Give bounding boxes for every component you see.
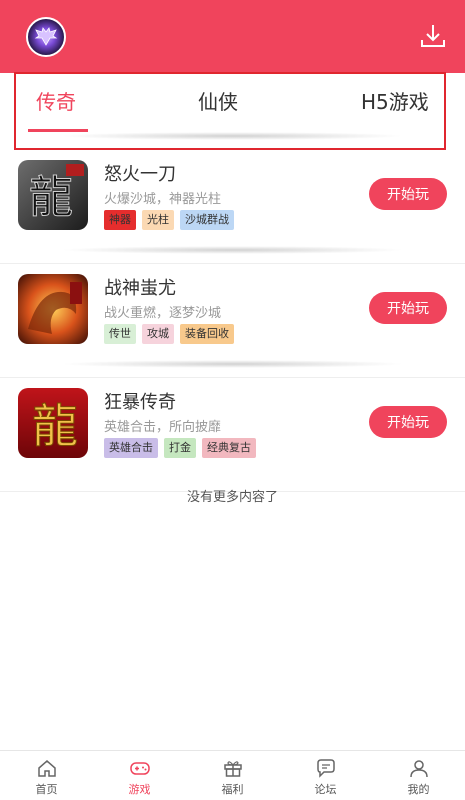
home-icon [37, 759, 56, 777]
game-icon-kuangbao: 龍 [18, 388, 88, 458]
divider [60, 360, 405, 368]
tag: 英雄合击 [104, 438, 158, 458]
start-play-button[interactable]: 开始玩 [369, 292, 447, 324]
tag: 传世 [104, 324, 136, 344]
avatar[interactable] [26, 17, 66, 57]
game-title: 狂暴传奇 [104, 392, 176, 413]
game-description: 火爆沙城，神器光柱 [104, 192, 222, 207]
tab-chuanqi[interactable]: 传奇 [36, 86, 76, 115]
tab-xianxia[interactable]: 仙侠 [198, 86, 238, 115]
start-play-button[interactable]: 开始玩 [369, 178, 447, 210]
tag-row: 英雄合击 打金 经典复古 [104, 438, 256, 458]
tag-row: 神器 光柱 沙城群战 [104, 210, 234, 230]
nav-home[interactable]: 首页 [0, 751, 93, 800]
game-icon-nuhuo: 龍 [18, 160, 88, 230]
app-header [0, 0, 465, 73]
list-item[interactable]: 龍 狂暴传奇 英雄合击，所向披靡 英雄合击 打金 经典复古 开始玩 [0, 380, 465, 492]
svg-text:龍: 龍 [29, 172, 73, 223]
tag: 神器 [104, 210, 136, 230]
svg-text:龍: 龍 [32, 399, 78, 453]
tag: 沙城群战 [180, 210, 234, 230]
start-play-button[interactable]: 开始玩 [369, 406, 447, 438]
gamepad-icon [129, 761, 150, 775]
tag: 经典复古 [202, 438, 256, 458]
tag-row: 传世 攻城 装备回收 [104, 324, 234, 344]
game-description: 英雄合击，所向披靡 [104, 420, 222, 435]
game-title: 战神蚩尤 [104, 278, 176, 299]
game-description: 战火重燃，逐梦沙城 [104, 306, 222, 321]
nav-label: 游戏 [128, 782, 151, 796]
divider [60, 246, 405, 254]
nav-games[interactable]: 游戏 [93, 751, 186, 800]
nav-label: 我的 [407, 782, 430, 796]
tag: 攻城 [142, 324, 174, 344]
no-more-content: 没有更多内容了 [186, 490, 278, 505]
bat-logo-icon [34, 27, 58, 46]
tab-h5[interactable]: H5游戏 [361, 86, 429, 115]
nav-profile[interactable]: 我的 [372, 751, 465, 800]
game-icon-zhanshen [18, 274, 88, 344]
download-icon [421, 25, 445, 47]
bottom-nav: 首页 游戏 福利 论坛 我的 [0, 750, 465, 800]
download-button[interactable] [419, 22, 447, 50]
nav-label: 首页 [35, 782, 58, 796]
divider [60, 132, 405, 140]
nav-label: 论坛 [314, 782, 337, 796]
nav-label: 福利 [221, 782, 244, 796]
tag: 光柱 [142, 210, 174, 230]
tag: 装备回收 [180, 324, 234, 344]
game-title: 怒火一刀 [104, 164, 176, 185]
user-icon [409, 759, 428, 777]
nav-forum[interactable]: 论坛 [279, 751, 372, 800]
nav-welfare[interactable]: 福利 [186, 751, 279, 800]
tag: 打金 [164, 438, 196, 458]
gift-icon [223, 760, 242, 777]
chat-icon [316, 758, 335, 778]
